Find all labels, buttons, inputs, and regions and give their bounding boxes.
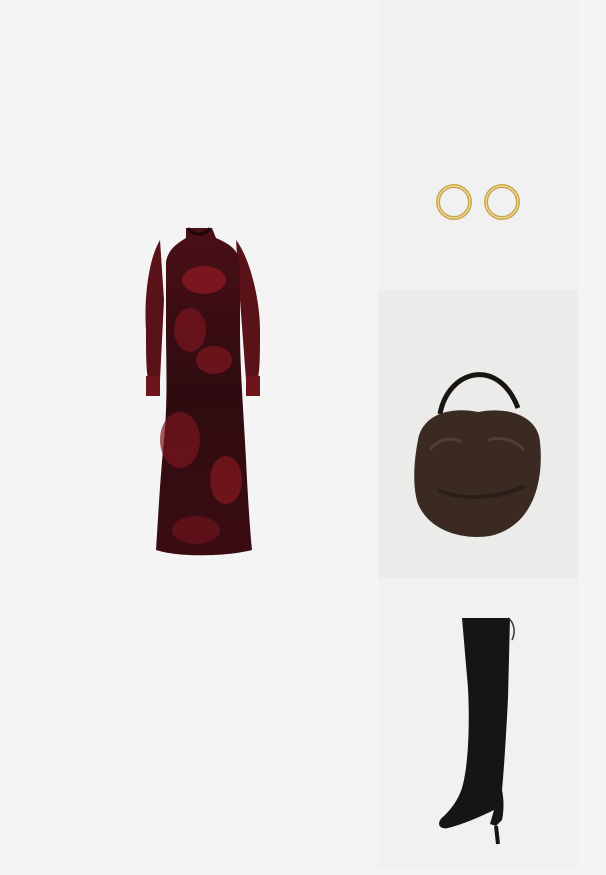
over-knee-boot-icon [439, 617, 515, 845]
dress-tile [0, 0, 378, 875]
earrings-tile [378, 0, 578, 290]
right-gutter [578, 0, 606, 875]
maxi-dress-icon [145, 227, 260, 556]
boots-tile [378, 578, 578, 868]
bag-tile [378, 290, 578, 578]
fur-hobo-bag-icon [414, 372, 541, 537]
hoop-earrings-icon [436, 184, 520, 220]
